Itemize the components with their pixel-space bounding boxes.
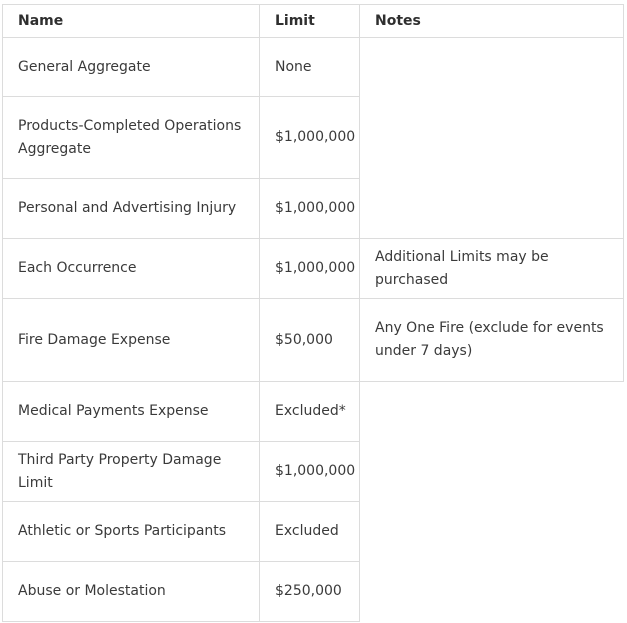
row-name: Each Occurrence [18,260,137,276]
row-limit: None [275,58,312,75]
row-limit: $250,000 [275,583,342,599]
row-name: Third Party Property Damage Limit [18,451,222,491]
row-name: Athletic or Sports Participants [18,523,227,539]
row-notes: Any One Fire (exclude for events under 7… [375,320,604,359]
notes-border-right [623,4,624,381]
header-name: Name [18,12,64,29]
row-name: Medical Payments Expense [18,403,209,419]
row-limit: $1,000,000 [275,463,356,479]
row-notes: Additional Limits may be purchased [375,248,549,288]
table-border-bottom [2,621,360,622]
header-limit: Limit [275,12,315,29]
row-limit: Excluded* [275,403,346,419]
row-limit: $50,000 [275,331,333,348]
row-limit: $1,000,000 [275,129,356,145]
row-name: Personal and Advertising Injury [18,200,237,216]
row-limit: $1,000,000 [275,260,356,276]
row-name: Products-Completed Operations Aggregate [18,117,242,157]
row-name: Abuse or Molestation [18,583,166,599]
coverage-table: Name Limit Notes General Aggregate None … [0,0,627,623]
header-notes: Notes [375,12,421,29]
row-limit: $1,000,000 [275,200,356,216]
row-name: Fire Damage Expense [18,331,171,348]
row-name: General Aggregate [18,58,151,75]
row-limit: Excluded [275,523,339,539]
